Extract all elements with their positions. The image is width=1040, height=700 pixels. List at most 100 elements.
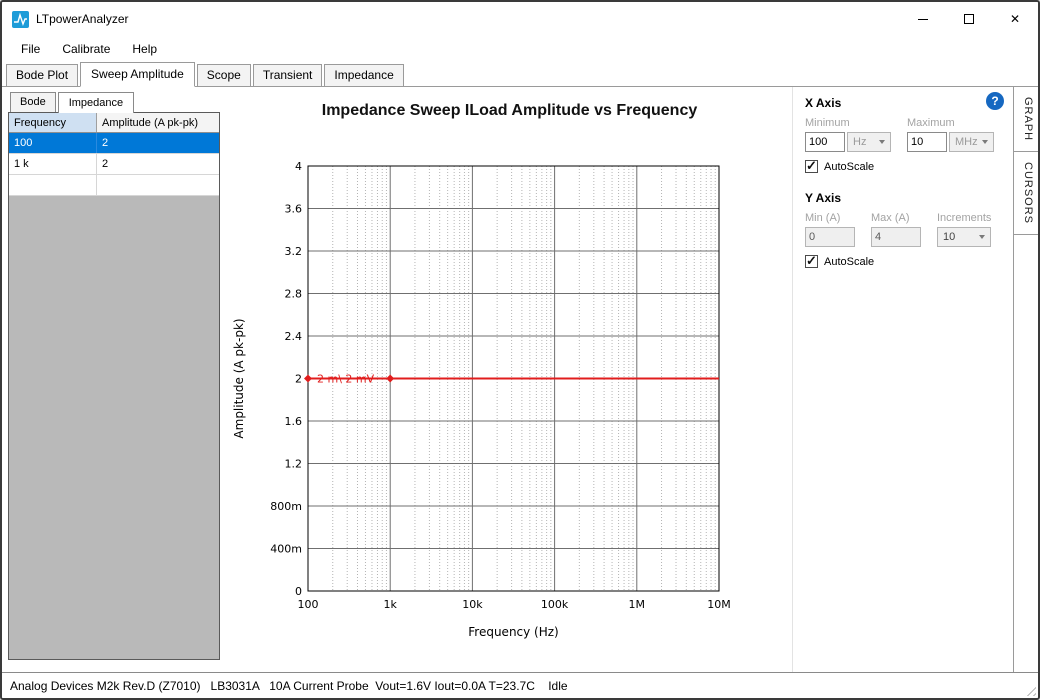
tab-bode-plot[interactable]: Bode Plot bbox=[6, 64, 78, 86]
side-tab-cursors[interactable]: CURSORS bbox=[1014, 152, 1038, 235]
x-max-unit-value: MHz bbox=[955, 136, 978, 148]
x-axis-label: Frequency (Hz) bbox=[468, 625, 559, 639]
menu-bar: File Calibrate Help bbox=[2, 36, 1038, 62]
y-max-input[interactable] bbox=[871, 227, 921, 247]
sweep-list-panel: Bode Impedance Frequency Amplitude (A pk… bbox=[2, 87, 227, 672]
y-max-group: Max (A) bbox=[871, 212, 921, 247]
x-axis-section-title: X Axis bbox=[805, 96, 1001, 110]
tab-sweep-amplitude[interactable]: Sweep Amplitude bbox=[80, 62, 195, 87]
sub-tab-bode[interactable]: Bode bbox=[10, 92, 56, 113]
status-text: Analog Devices M2k Rev.D (Z7010) LB3031A… bbox=[10, 679, 568, 693]
y-tick-label: 2.4 bbox=[285, 330, 303, 343]
x-min-group: Minimum Hz bbox=[805, 117, 891, 152]
maximize-icon bbox=[964, 14, 974, 24]
menu-file[interactable]: File bbox=[10, 38, 51, 60]
y-tick-label: 0 bbox=[295, 585, 302, 598]
cell-frequency[interactable]: 100 bbox=[9, 133, 97, 153]
table-row[interactable]: 100 2 bbox=[9, 133, 219, 154]
y-tick-label: 3.2 bbox=[285, 245, 303, 258]
chevron-down-icon bbox=[979, 235, 985, 239]
minimize-button[interactable] bbox=[900, 2, 946, 36]
table-row[interactable] bbox=[9, 175, 219, 196]
column-header-frequency[interactable]: Frequency bbox=[9, 113, 97, 132]
x-tick-label: 1k bbox=[384, 598, 398, 611]
table-empty-area bbox=[9, 196, 219, 659]
y-max-label: Max (A) bbox=[871, 212, 921, 224]
x-min-input[interactable] bbox=[805, 132, 845, 152]
tab-transient[interactable]: Transient bbox=[253, 64, 323, 86]
resize-grip[interactable] bbox=[1023, 683, 1036, 696]
y-autoscale-checkbox[interactable] bbox=[805, 255, 818, 268]
x-min-unit-select[interactable]: Hz bbox=[847, 132, 891, 152]
x-tick-label: 1M bbox=[629, 598, 646, 611]
chart-title: Impedance Sweep ILoad Amplitude vs Frequ… bbox=[227, 87, 792, 131]
y-tick-label: 1.6 bbox=[285, 415, 303, 428]
sub-tab-impedance[interactable]: Impedance bbox=[58, 92, 134, 113]
x-autoscale-label: AutoScale bbox=[824, 161, 874, 173]
cell-amplitude[interactable]: 2 bbox=[97, 154, 219, 174]
status-bar: Analog Devices M2k Rev.D (Z7010) LB3031A… bbox=[2, 672, 1038, 698]
table-row[interactable]: 1 k 2 bbox=[9, 154, 219, 175]
cell-amplitude[interactable]: 2 bbox=[97, 133, 219, 153]
y-tick-label: 4 bbox=[295, 160, 302, 173]
y-min-group: Min (A) bbox=[805, 212, 855, 247]
y-axis-controls: Min (A) Max (A) Increments 10 bbox=[805, 212, 1001, 247]
maximum-label: Maximum bbox=[907, 117, 994, 129]
minimum-label: Minimum bbox=[805, 117, 891, 129]
cell-frequency[interactable] bbox=[9, 175, 97, 195]
chevron-down-icon bbox=[879, 140, 885, 144]
menu-calibrate[interactable]: Calibrate bbox=[51, 38, 121, 60]
y-tick-label: 800m bbox=[270, 500, 302, 513]
tab-impedance[interactable]: Impedance bbox=[324, 64, 403, 86]
point-annotation: 2 m\ 2 mV bbox=[317, 373, 375, 386]
data-point-marker bbox=[386, 375, 394, 383]
y-min-label: Min (A) bbox=[805, 212, 855, 224]
menu-help[interactable]: Help bbox=[121, 38, 168, 60]
side-tab-graph[interactable]: GRAPH bbox=[1014, 87, 1038, 152]
x-autoscale-checkbox[interactable] bbox=[805, 160, 818, 173]
y-tick-label: 3.6 bbox=[285, 203, 303, 216]
y-tick-label: 1.2 bbox=[285, 458, 303, 471]
app-icon bbox=[12, 11, 29, 28]
maximize-button[interactable] bbox=[946, 2, 992, 36]
x-max-unit-select[interactable]: MHz bbox=[949, 132, 994, 152]
y-axis-label: Amplitude (A pk-pk) bbox=[232, 318, 246, 438]
increments-value: 10 bbox=[943, 231, 955, 243]
x-axis-controls: Minimum Hz Maximum MHz bbox=[805, 117, 1001, 152]
cell-amplitude[interactable] bbox=[97, 175, 219, 195]
window-title: LTpowerAnalyzer bbox=[36, 12, 128, 26]
x-tick-label: 10k bbox=[462, 598, 483, 611]
y-autoscale[interactable]: AutoScale bbox=[805, 255, 1001, 268]
y-tick-label: 2 bbox=[295, 373, 302, 386]
x-tick-label: 100 bbox=[298, 598, 319, 611]
x-max-input[interactable] bbox=[907, 132, 947, 152]
close-button[interactable] bbox=[992, 2, 1038, 36]
window-controls bbox=[900, 2, 1038, 36]
chevron-down-icon bbox=[982, 140, 988, 144]
tab-scope[interactable]: Scope bbox=[197, 64, 251, 86]
impedance-sweep-chart[interactable]: 1001k10k100k1M10M0400m800m1.21.622.42.83… bbox=[227, 131, 792, 647]
data-point-marker bbox=[304, 375, 312, 383]
minimize-icon bbox=[918, 19, 928, 20]
y-tick-label: 400m bbox=[270, 543, 302, 556]
cell-frequency[interactable]: 1 k bbox=[9, 154, 97, 174]
chart-panel: Impedance Sweep ILoad Amplitude vs Frequ… bbox=[227, 87, 792, 672]
increments-label: Increments bbox=[937, 212, 991, 224]
column-header-amplitude[interactable]: Amplitude (A pk-pk) bbox=[97, 113, 219, 132]
y-axis-section-title: Y Axis bbox=[805, 191, 1001, 205]
x-min-unit-value: Hz bbox=[853, 136, 866, 148]
y-tick-label: 2.8 bbox=[285, 288, 303, 301]
side-tab-bar: GRAPH CURSORS bbox=[1013, 87, 1038, 672]
y-min-input[interactable] bbox=[805, 227, 855, 247]
increments-group: Increments 10 bbox=[937, 212, 991, 247]
main-content: Bode Impedance Frequency Amplitude (A pk… bbox=[2, 87, 1038, 672]
x-max-group: Maximum MHz bbox=[907, 117, 994, 152]
help-icon[interactable] bbox=[986, 92, 1004, 110]
x-tick-label: 10M bbox=[707, 598, 731, 611]
close-icon bbox=[1010, 10, 1020, 28]
x-autoscale[interactable]: AutoScale bbox=[805, 160, 1001, 173]
sub-tab-bar: Bode Impedance bbox=[8, 91, 227, 112]
y-autoscale-label: AutoScale bbox=[824, 256, 874, 268]
increments-select[interactable]: 10 bbox=[937, 227, 991, 247]
main-tab-bar: Bode Plot Sweep Amplitude Scope Transien… bbox=[2, 62, 1038, 87]
